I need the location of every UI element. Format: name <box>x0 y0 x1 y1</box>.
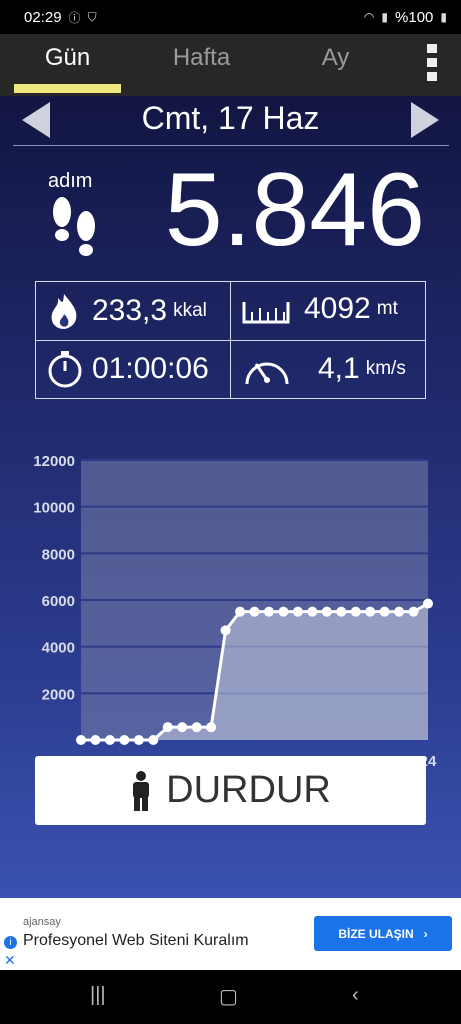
data-point <box>191 722 202 733</box>
ad-close-icon[interactable]: ✕ <box>4 952 16 969</box>
data-point <box>220 625 231 636</box>
shield-icon: ⛉ <box>87 9 97 24</box>
data-point <box>177 722 188 733</box>
tab-week[interactable]: Hafta <box>148 44 255 72</box>
ad-cta-label: BİZE ULAŞIN <box>338 926 414 941</box>
data-point <box>423 598 433 609</box>
duration-value: 01:00:06 <box>92 352 209 385</box>
data-point <box>336 606 347 617</box>
distance-unit: mt <box>376 298 398 319</box>
date-navigator: Cmt, 17 Haz <box>0 96 461 144</box>
ruler-icon <box>242 302 290 324</box>
data-point <box>278 606 289 617</box>
next-day-button[interactable] <box>411 102 439 138</box>
data-point <box>249 606 260 617</box>
data-point <box>365 606 376 617</box>
y-tick-label: 12000 <box>33 453 75 470</box>
stopwatch-icon <box>48 351 82 388</box>
data-point <box>379 606 390 617</box>
battery-icon: ▮ <box>440 10 447 24</box>
speed-cell: 4,1 km/s <box>242 350 406 388</box>
chevron-right-icon: › <box>423 926 428 941</box>
stop-button[interactable]: DURDUR <box>35 756 426 825</box>
battery-text: %100 <box>395 8 434 26</box>
stats-grid: 233,3 kkal 4092 mt 01:00:06 4,1 km/s <box>35 281 426 399</box>
y-tick-label: 10000 <box>33 500 75 517</box>
person-walking-icon <box>133 770 150 811</box>
status-bar: 02:29 ⓘ ⛉ ◠ ▮ %100 ▮ <box>0 0 461 34</box>
overflow-menu-icon[interactable] <box>427 44 441 81</box>
wifi-icon: ◠ <box>363 10 375 24</box>
calories-cell: 233,3 kkal <box>46 292 207 330</box>
data-point <box>235 606 246 617</box>
ad-cta-button[interactable]: BİZE ULAŞIN › <box>314 916 452 951</box>
tab-day[interactable]: Gün <box>14 44 121 72</box>
speed-value: 4,1 <box>318 352 360 385</box>
distance-value: 4092 <box>304 292 371 325</box>
data-point <box>162 722 173 733</box>
ad-source: ajansay <box>23 916 61 928</box>
y-tick-label: 8000 <box>42 546 75 563</box>
y-tick-label: 6000 <box>42 593 75 610</box>
stop-button-label: DURDUR <box>166 769 331 811</box>
footprints-icon <box>53 197 95 256</box>
recent-apps-icon[interactable]: ||| <box>90 984 106 1007</box>
divider <box>13 145 449 146</box>
steps-label: adım <box>48 170 93 192</box>
data-point <box>408 606 419 617</box>
steps-chart: 2000400060008000100001200024681012141618… <box>33 453 437 770</box>
tab-month[interactable]: Ay <box>282 44 389 72</box>
data-point <box>292 606 303 617</box>
ad-title[interactable]: Profesyonel Web Siteni Kuralım <box>23 932 249 950</box>
data-point <box>119 735 130 745</box>
data-point <box>90 735 101 745</box>
y-tick-label: 2000 <box>42 686 75 703</box>
speed-unit: km/s <box>365 358 406 379</box>
flame-icon <box>51 294 77 329</box>
signal-icon: ▮ <box>381 10 389 24</box>
alert-icon: ⓘ <box>68 10 81 25</box>
data-point <box>350 606 361 617</box>
data-point <box>206 722 217 733</box>
data-point <box>133 735 144 745</box>
ad-info-icon[interactable]: i <box>4 936 17 949</box>
steps-count: 5.846 <box>164 152 425 268</box>
data-point <box>321 606 332 617</box>
app-area: Gün Hafta Ay Cmt, 17 Haz adım 5.846 233,… <box>0 34 461 898</box>
data-point <box>307 606 318 617</box>
data-point <box>148 735 159 745</box>
data-point <box>394 606 405 617</box>
data-point <box>263 606 274 617</box>
data-point <box>104 735 115 745</box>
duration-cell: 01:00:06 <box>46 350 209 388</box>
speedometer-icon <box>245 362 289 385</box>
home-icon[interactable]: ▢ <box>219 984 238 1009</box>
back-icon[interactable]: ‹ <box>352 984 359 1007</box>
status-time: 02:29 <box>24 8 62 26</box>
y-tick-label: 4000 <box>42 640 75 657</box>
system-nav-bar: ||| ▢ ‹ <box>0 970 461 1024</box>
calories-value: 233,3 <box>92 294 168 327</box>
distance-cell: 4092 mt <box>242 292 398 326</box>
tab-indicator <box>14 84 121 93</box>
current-date: Cmt, 17 Haz <box>141 100 320 136</box>
calories-unit: kkal <box>173 300 207 321</box>
data-point <box>76 735 86 745</box>
ad-banner[interactable]: ajansay Profesyonel Web Siteni Kuralım i… <box>0 898 461 970</box>
tab-bar: Gün Hafta Ay <box>0 34 461 96</box>
